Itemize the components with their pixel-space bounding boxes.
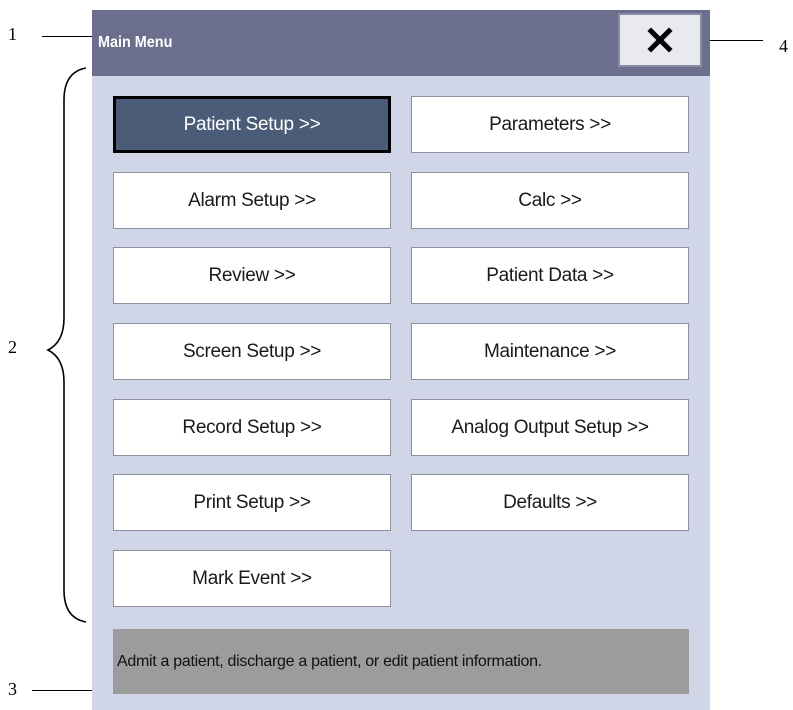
window-title: Main Menu bbox=[98, 34, 173, 51]
help-text: Admit a patient, discharge a patient, or… bbox=[117, 652, 542, 670]
alarm-setup-button[interactable]: Alarm Setup >> bbox=[113, 172, 391, 229]
mark-event-button[interactable]: Mark Event >> bbox=[113, 550, 391, 607]
record-setup-button[interactable]: Record Setup >> bbox=[113, 399, 391, 456]
review-button[interactable]: Review >> bbox=[113, 247, 391, 304]
callout-3: 3 bbox=[8, 679, 17, 699]
help-text-bar: Admit a patient, discharge a patient, or… bbox=[113, 629, 689, 694]
parameters-button[interactable]: Parameters >> bbox=[411, 96, 689, 153]
defaults-button[interactable]: Defaults >> bbox=[411, 474, 689, 531]
callout-4-leader bbox=[703, 40, 763, 41]
patient-setup-button[interactable]: Patient Setup >> bbox=[113, 96, 391, 153]
callout-2-brace bbox=[46, 67, 87, 623]
close-icon bbox=[647, 27, 673, 53]
maintenance-button[interactable]: Maintenance >> bbox=[411, 323, 689, 380]
analog-output-setup-button[interactable]: Analog Output Setup >> bbox=[411, 399, 689, 456]
screen-setup-button[interactable]: Screen Setup >> bbox=[113, 323, 391, 380]
close-button[interactable] bbox=[618, 13, 702, 67]
print-setup-button[interactable]: Print Setup >> bbox=[113, 474, 391, 531]
calc-button[interactable]: Calc >> bbox=[411, 172, 689, 229]
callout-2: 2 bbox=[8, 337, 17, 357]
callout-1: 1 bbox=[8, 24, 17, 44]
patient-data-button[interactable]: Patient Data >> bbox=[411, 247, 689, 304]
callout-4: 4 bbox=[779, 36, 788, 56]
callout-1-leader bbox=[42, 36, 98, 37]
